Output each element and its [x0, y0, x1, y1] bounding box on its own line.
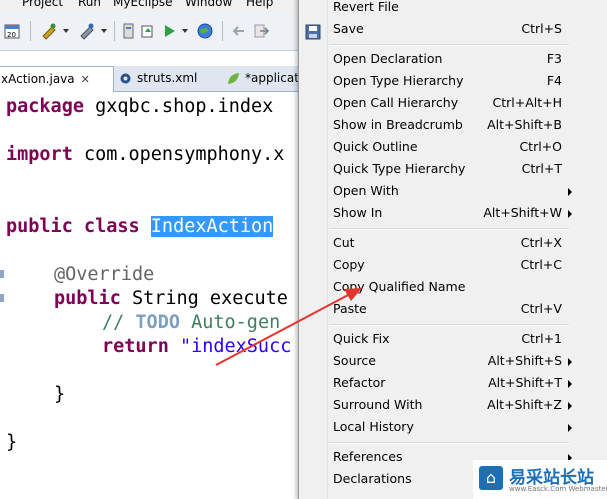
eclipse-window: Project Run MyEclipse Window Help 20 xAc… [0, 0, 607, 499]
annotation-arrow-icon [215, 288, 362, 366]
watermark: ⌂ 易采站长站 www.Easck.Com Webmaster [473, 460, 607, 499]
watermark-subtitle: www.Easck.Com Webmaster [509, 485, 607, 493]
site-logo-icon: ⌂ [479, 466, 503, 490]
